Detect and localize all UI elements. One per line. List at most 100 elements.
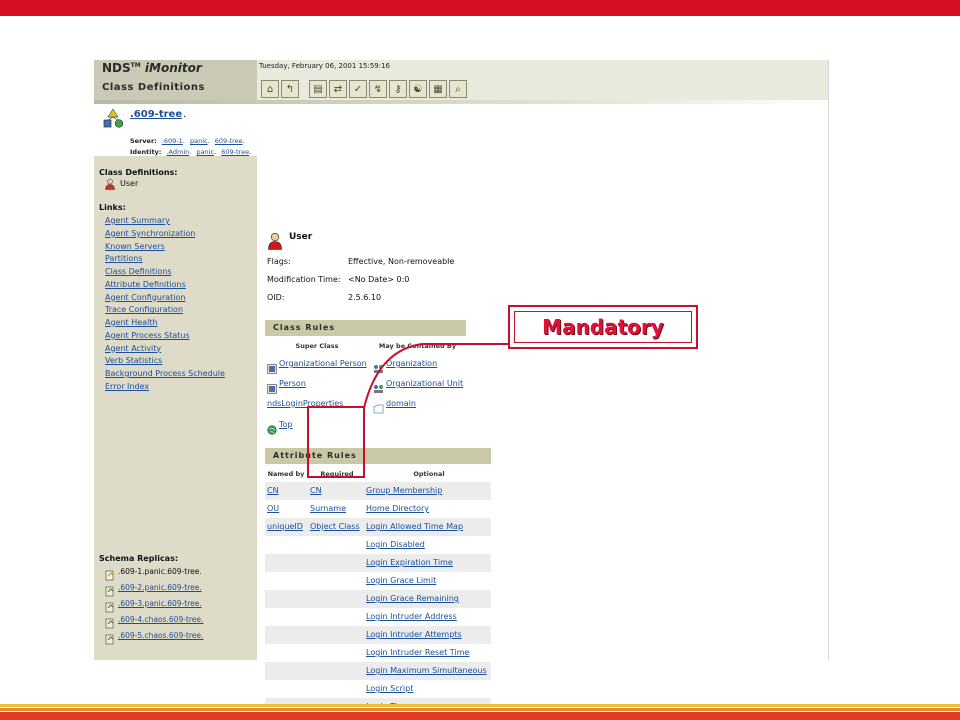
optional-attribute-link[interactable]: Login Grace Limit xyxy=(366,576,436,585)
toolbar-sync-button[interactable]: ⇄ xyxy=(329,80,347,98)
sidebar-link-agent-summary[interactable]: Agent Summary xyxy=(105,216,170,225)
toolbar-back-button[interactable]: ↰ xyxy=(281,80,299,98)
sidebar-link-error-index[interactable]: Error Index xyxy=(105,382,149,391)
sidebar-link-verb-statistics[interactable]: Verb Statistics xyxy=(105,356,162,365)
class-rules-heading: Class Rules xyxy=(265,320,466,336)
identity-part-link[interactable]: .Admin xyxy=(166,148,189,156)
optional-attribute-link[interactable]: Login Disabled xyxy=(366,540,425,549)
super-class-link[interactable]: Top xyxy=(279,420,293,429)
toolbar-back-icon: ↰ xyxy=(285,83,295,95)
sidebar-link-class-definitions[interactable]: Class Definitions xyxy=(105,267,172,276)
optional-attribute-link[interactable]: Login Expiration Time xyxy=(366,558,453,567)
replica-2[interactable]: .609-2.panic.609-tree. xyxy=(118,583,202,592)
optional-attribute-link[interactable]: Group Membership xyxy=(366,486,442,495)
toolbar-report-icon: ▦ xyxy=(433,83,443,95)
toolbar-options-icon: ☯ xyxy=(413,83,423,95)
sidebar-link-agent-activity[interactable]: Agent Activity xyxy=(105,344,161,353)
toolbar-key-icon: ⚷ xyxy=(394,83,402,95)
required-attribute-link[interactable]: CN xyxy=(310,486,322,495)
tree-name-suffix: . xyxy=(183,109,187,120)
modification-time-value: <No Date> 0:0 xyxy=(348,275,410,284)
sidebar-link-agent-synchronization[interactable]: Agent Synchronization xyxy=(105,229,195,238)
bottom-stripe xyxy=(0,704,960,720)
super-class-link[interactable]: Person xyxy=(279,379,306,388)
replica-4[interactable]: .609-4.chaos.609-tree. xyxy=(118,615,203,624)
brand-header: NDSTM iMonitor Class Definitions xyxy=(94,60,257,100)
tree-icon xyxy=(103,108,124,128)
optional-attribute-link[interactable]: Home Directory xyxy=(366,504,429,513)
timestamp: Tuesday, February 06, 2001 15:59:16 xyxy=(259,62,391,70)
class-name: User xyxy=(120,179,139,188)
replica-5[interactable]: .609-5.chaos.609-tree. xyxy=(118,631,203,640)
optional-attribute-link[interactable]: Login Intruder Address xyxy=(366,612,457,621)
toolbar-search-icon: ⌕ xyxy=(455,83,461,95)
schema-replicas-heading: Schema Replicas: xyxy=(99,554,179,563)
sidebar-link-known-servers[interactable]: Known Servers xyxy=(105,242,165,251)
links-heading: Links: xyxy=(99,203,126,212)
named-by-link[interactable]: CN xyxy=(267,486,279,495)
toolbar-check-button[interactable]: ✓ xyxy=(349,80,367,98)
required-attribute-link[interactable]: Surname xyxy=(310,504,346,513)
identity-label: Identity: xyxy=(130,148,162,156)
replica-icon xyxy=(105,598,115,613)
user-class-icon xyxy=(268,232,282,250)
optional-attribute-link[interactable]: Login Maximum Simultaneous xyxy=(366,666,487,675)
tree-info: .609-tree . Server: .609-1. panic. 609-t… xyxy=(94,104,828,156)
required-attribute-link[interactable]: Object Class xyxy=(310,522,360,531)
mandatory-callout-inner: Mandatory xyxy=(514,311,692,343)
optional-column-header: Optional xyxy=(413,470,445,478)
sidebar-link-agent-health[interactable]: Agent Health xyxy=(105,318,158,327)
named-by-link[interactable]: OU xyxy=(267,504,279,513)
tree-name-link[interactable]: .609-tree xyxy=(130,109,182,120)
toolbar-agent-icon: ▤ xyxy=(313,83,323,95)
sidebar: Class Definitions: User Links: Agent Sum… xyxy=(94,156,257,660)
user-icon xyxy=(105,178,115,190)
oid-label: OID: xyxy=(267,293,285,302)
optional-attribute-link[interactable]: Login Intruder Attempts xyxy=(366,630,462,639)
separator: . xyxy=(214,148,217,156)
toolbar-home-button[interactable]: ⌂ xyxy=(261,80,279,98)
toolbar-key-button[interactable]: ⚷ xyxy=(389,80,407,98)
toolbar-agent-button[interactable]: ▤ xyxy=(309,80,327,98)
sidebar-link-partitions[interactable]: Partitions xyxy=(105,254,143,263)
top-red-bar xyxy=(0,0,960,16)
globe-icon xyxy=(267,420,277,435)
replica-icon xyxy=(105,566,115,581)
replica-3[interactable]: .609-3.panic.609-tree. xyxy=(118,599,202,608)
toolbar-process-icon: ↯ xyxy=(373,83,383,95)
identity-part-link[interactable]: panic xyxy=(196,148,214,156)
annotation-connector xyxy=(363,343,508,409)
super-class-column-header: Super Class xyxy=(295,342,339,350)
separator: . xyxy=(249,148,252,156)
sidebar-link-attribute-definitions[interactable]: Attribute Definitions xyxy=(105,280,186,289)
sidebar-link-trace-configuration[interactable]: Trace Configuration xyxy=(105,305,183,314)
optional-attribute-link[interactable]: Login Script xyxy=(366,684,413,693)
sidebar-link-agent-process-status[interactable]: Agent Process Status xyxy=(105,331,190,340)
toolbar-separator xyxy=(301,80,307,100)
optional-attribute-link[interactable]: Login Allowed Time Map xyxy=(366,522,463,531)
mandatory-label: Mandatory xyxy=(542,315,664,339)
sidebar-link-background-process-schedule[interactable]: Background Process Schedule xyxy=(105,369,225,378)
identity-part-link[interactable]: 609-tree xyxy=(221,148,249,156)
toolbar-report-button[interactable]: ▦ xyxy=(429,80,447,98)
replica-icon xyxy=(105,582,115,597)
super-class-link[interactable]: Organizational Person xyxy=(279,359,367,368)
replica-icon xyxy=(105,630,115,645)
replica-icon xyxy=(105,614,115,629)
page-title: Class Definitions xyxy=(102,82,205,93)
optional-attribute-link[interactable]: Login Intruder Reset Time xyxy=(366,648,469,657)
class-definitions-heading: Class Definitions: xyxy=(99,168,178,177)
toolbar-options-button[interactable]: ☯ xyxy=(409,80,427,98)
mandatory-callout: Mandatory xyxy=(508,305,698,349)
toolbar: ⌂ ↰ ▤ ⇄ ✓ ↯ ⚷ ☯ ▦ ⌕ xyxy=(261,80,467,100)
sidebar-link-agent-configuration[interactable]: Agent Configuration xyxy=(105,293,185,302)
flags-value: Effective, Non-removeable xyxy=(348,257,455,266)
optional-attribute-link[interactable]: Login Grace Remaining xyxy=(366,594,459,603)
modification-time-label: Modification Time: xyxy=(267,275,341,284)
named-by-link[interactable]: uniqueID xyxy=(267,522,303,531)
replica-1: .609-1.panic.609-tree. xyxy=(118,567,202,576)
toolbar-process-button[interactable]: ↯ xyxy=(369,80,387,98)
toolbar-search-button[interactable]: ⌕ xyxy=(449,80,467,98)
named-by-column-header: Named by xyxy=(267,470,305,478)
class-title: User xyxy=(289,232,313,242)
